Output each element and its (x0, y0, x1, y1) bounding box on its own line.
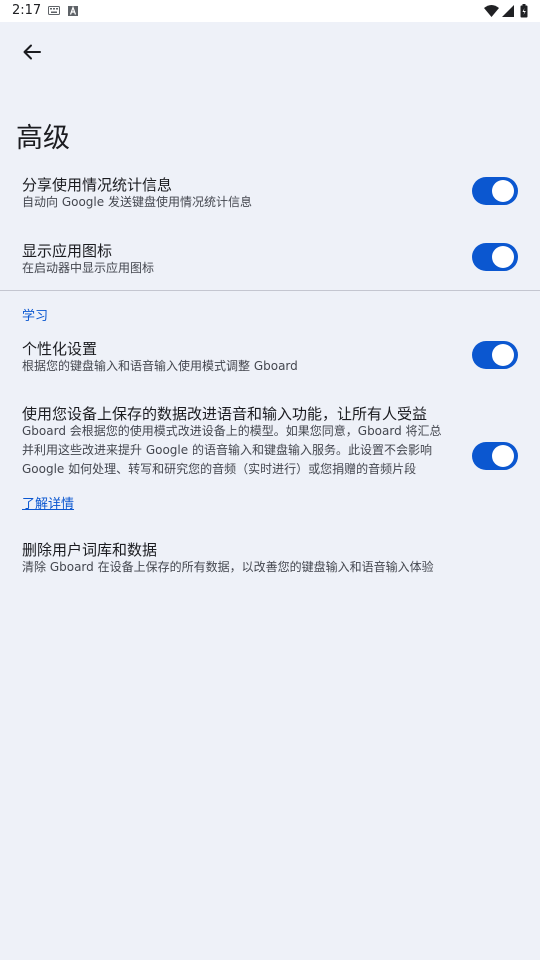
signal-icon (502, 5, 514, 17)
share-usage-toggle[interactable] (472, 177, 518, 205)
status-time: 2:17 (12, 3, 42, 18)
toggle-knob (492, 344, 514, 366)
setting-title: 个性化设置 (22, 340, 98, 358)
setting-share-usage[interactable]: 分享使用情况统计信息 自动向 Google 发送键盘使用情况统计信息 (0, 168, 540, 222)
status-bar: 2:17 (0, 0, 540, 22)
setting-title: 显示应用图标 (22, 242, 113, 260)
wifi-icon (484, 5, 499, 17)
app-bar (0, 22, 540, 80)
setting-improve-for-everyone[interactable]: 使用您设备上保存的数据改进语音和输入功能，让所有人受益 Gboard 会根据您的… (0, 398, 540, 484)
setting-subtitle: 清除 Gboard 在设备上保存的所有数据，以改善您的键盘输入和语音输入体验 (22, 560, 434, 574)
setting-subtitle: 自动向 Google 发送键盘使用情况统计信息 (22, 195, 252, 209)
setting-title: 使用您设备上保存的数据改进语音和输入功能，让所有人受益 (22, 405, 428, 423)
toggle-knob (492, 246, 514, 268)
setting-title: 删除用户词库和数据 (22, 541, 158, 559)
learn-more-link[interactable]: 了解详情 (22, 493, 74, 512)
keyboard-icon (48, 6, 60, 15)
divider (0, 290, 540, 291)
improve-toggle[interactable] (472, 442, 518, 470)
battery-icon (520, 4, 528, 18)
toggle-knob (492, 445, 514, 467)
personalization-toggle[interactable] (472, 341, 518, 369)
setting-personalization[interactable]: 个性化设置 根据您的键盘输入和语音输入使用模式调整 Gboard (0, 332, 540, 386)
arrow-back-icon[interactable] (16, 36, 48, 68)
setting-subtitle: 根据您的键盘输入和语音输入使用模式调整 Gboard (22, 359, 298, 373)
setting-show-app-icon[interactable]: 显示应用图标 在启动器中显示应用图标 (0, 234, 540, 288)
setting-title: 分享使用情况统计信息 (22, 176, 173, 194)
setting-subtitle: Gboard 会根据您的使用模式改进设备上的模型。如果您同意，Gboard 将汇… (22, 424, 442, 476)
setting-delete-user-data[interactable]: 删除用户词库和数据 清除 Gboard 在设备上保存的所有数据，以改善您的键盘输… (0, 533, 540, 583)
toggle-knob (492, 180, 514, 202)
setting-subtitle: 在启动器中显示应用图标 (22, 261, 155, 275)
a-icon (68, 6, 78, 16)
show-app-icon-toggle[interactable] (472, 243, 518, 271)
page-title: 高级 (16, 123, 70, 154)
section-header-learning: 学习 (22, 309, 49, 324)
